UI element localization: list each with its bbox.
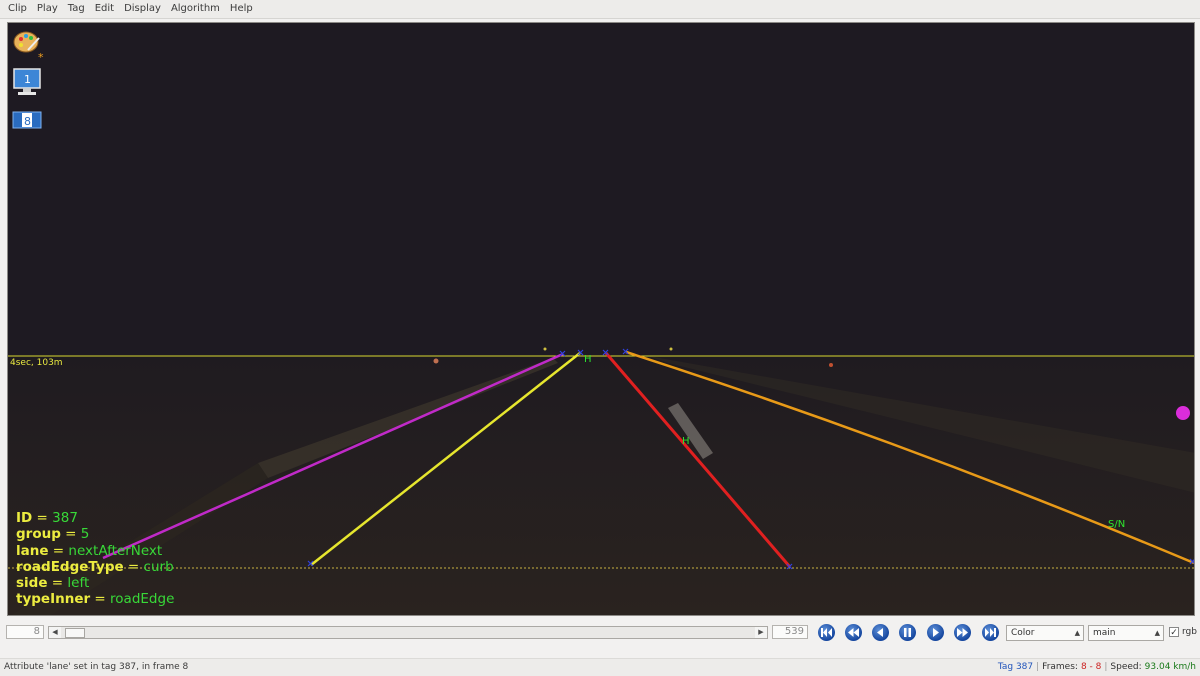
step-back-icon <box>877 628 883 637</box>
menu-play[interactable]: Play <box>32 0 63 18</box>
svg-text:*: * <box>38 51 44 62</box>
select-caret-icon: ▲ <box>1154 629 1160 637</box>
status-frames-value: 8 - 8 <box>1080 662 1102 672</box>
first-frame-button[interactable] <box>818 624 835 641</box>
road-surface <box>8 356 1194 615</box>
attribute-row: roadEdgeType = curb <box>16 558 174 575</box>
menu-help[interactable]: Help <box>225 0 258 18</box>
scroll-left-arrow-icon[interactable]: ◀ <box>49 627 61 638</box>
attribute-key: typeInner <box>16 591 91 608</box>
attribute-value: roadEdge <box>110 591 175 608</box>
rgb-toggle[interactable]: ✓ rgb <box>1169 627 1197 638</box>
marker-h: H <box>682 436 690 447</box>
skip-start-icon <box>821 628 832 637</box>
road-scene <box>8 23 1194 615</box>
color-mode-select[interactable]: Color ▲ <box>1006 625 1084 641</box>
attribute-key: group <box>16 526 61 543</box>
distant-light <box>829 363 833 367</box>
pause-button[interactable] <box>899 624 916 641</box>
stream-select[interactable]: main ▲ <box>1088 625 1164 641</box>
attribute-value: left <box>67 575 90 592</box>
attribute-key: lane <box>16 542 49 559</box>
video-viewer[interactable]: * 1 8 4sec, 103m H H S/N ID = 387 group … <box>7 22 1195 616</box>
bright-light <box>1176 406 1190 420</box>
attribute-value: 387 <box>52 510 78 526</box>
fast-forward-button[interactable] <box>954 624 971 641</box>
fast-forward-icon <box>957 628 968 637</box>
pause-icon <box>904 628 911 637</box>
frame-end-field[interactable]: 539 <box>772 625 808 639</box>
status-speed-value: 93.04 km/h <box>1144 662 1196 672</box>
rgb-checkbox[interactable]: ✓ <box>1169 627 1179 638</box>
menu-clip[interactable]: Clip <box>0 0 32 18</box>
menu-display[interactable]: Display <box>119 0 166 18</box>
rewind-icon <box>848 628 859 637</box>
view-8-icon[interactable]: 8 <box>12 109 42 137</box>
svg-text:8: 8 <box>24 115 31 128</box>
attribute-row: lane = nextAfterNext <box>16 542 163 559</box>
play-icon <box>933 628 939 637</box>
attribute-value: curb <box>143 558 174 575</box>
attribute-row: group = 5 <box>16 526 90 543</box>
status-message: Attribute 'lane' set in tag 387, in fram… <box>4 662 189 672</box>
playback-controls: 8 ◀ ▶ 539 Color ▲ main ▲ ✓ rgb <box>0 622 1200 644</box>
status-info: Tag 387 | Frames: 8 - 8 | Speed: 93.04 k… <box>997 662 1196 672</box>
status-bar: Attribute 'lane' set in tag 387, in fram… <box>0 658 1200 676</box>
last-frame-button[interactable] <box>982 624 999 641</box>
menu-tag[interactable]: Tag <box>63 0 90 18</box>
color-mode-value: Color <box>1011 628 1035 638</box>
marker-h: H <box>584 354 592 365</box>
menu-algorithm[interactable]: Algorithm <box>166 0 225 18</box>
play-button[interactable] <box>927 624 944 641</box>
step-back-button[interactable] <box>872 624 889 641</box>
timeline-scrollbar[interactable]: ◀ ▶ <box>48 626 768 639</box>
menu-edit[interactable]: Edit <box>90 0 119 18</box>
status-speed-label: Speed: <box>1110 662 1142 672</box>
distant-light <box>669 347 673 351</box>
rewind-button[interactable] <box>845 624 862 641</box>
rgb-label: rgb <box>1182 627 1197 637</box>
attribute-row: ID = 387 <box>16 510 78 526</box>
frame-start-field[interactable]: 8 <box>6 625 44 639</box>
attribute-row: typeInner = roadEdge <box>16 591 175 608</box>
attribute-overlay: ID = 387 group = 5 lane = nextAfterNext … <box>16 510 174 608</box>
status-frames-label: Frames: <box>1042 662 1078 672</box>
skip-end-icon <box>985 628 996 637</box>
attribute-key: roadEdgeType <box>16 558 124 575</box>
status-tag: Tag 387 <box>997 662 1034 672</box>
night-sky <box>8 23 1194 356</box>
stream-value: main <box>1093 628 1116 638</box>
monitor-1-icon[interactable]: 1 <box>12 67 41 95</box>
attribute-value: 5 <box>80 526 90 543</box>
svg-text:1: 1 <box>24 73 31 86</box>
timeline-thumb[interactable] <box>65 628 85 638</box>
attribute-key: side <box>16 575 48 592</box>
marker-sn: S/N <box>1108 519 1126 530</box>
scroll-right-arrow-icon[interactable]: ▶ <box>755 627 767 638</box>
attribute-key: ID <box>16 510 33 526</box>
horizon-label: 4sec, 103m <box>10 358 63 368</box>
attribute-value: nextAfterNext <box>68 542 163 559</box>
distant-light <box>433 358 439 364</box>
paint-palette-icon[interactable]: * <box>12 28 44 64</box>
distant-light <box>543 347 547 351</box>
menu-bar: Clip Play Tag Edit Display Algorithm Hel… <box>0 0 1200 19</box>
select-caret-icon: ▲ <box>1074 629 1080 637</box>
attribute-row: side = left <box>16 575 90 592</box>
